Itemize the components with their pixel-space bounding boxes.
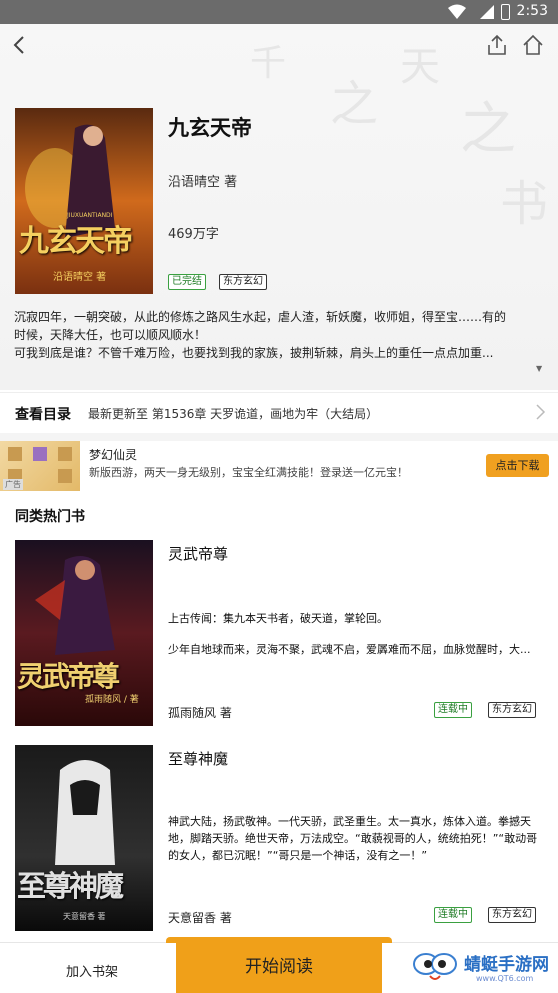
description-line: 时候，天降大任，也可以顺风顺水！ xyxy=(14,328,207,342)
status-tag: 已完结 xyxy=(168,274,206,290)
back-icon[interactable] xyxy=(10,34,30,56)
recommended-book-author: 孤雨随风 著 xyxy=(168,704,232,721)
ad-badge: 广告 xyxy=(3,479,23,490)
recommended-book-title: 至尊神魔 xyxy=(168,750,229,768)
ad-banner[interactable]: 广告 梦幻仙灵 新版西游，两天一身无级别，宝宝全红满技能！登录送一亿元宝！ 点击… xyxy=(0,441,558,491)
book-cover: 九玄天帝 JIUXUANTIANDI 沿语晴空 著 xyxy=(15,108,153,294)
status-bar: 2:53 xyxy=(0,0,558,24)
author-name: 孤雨随风 xyxy=(168,706,217,720)
watermark-url: www.QT6.com xyxy=(476,974,534,983)
author-suffix: 著 xyxy=(219,911,232,925)
wifi-icon xyxy=(448,4,466,19)
calligraphy-decoration: 千 xyxy=(250,43,287,84)
recommended-book-author: 天意留香 著 xyxy=(168,909,232,926)
dragonfly-logo-icon xyxy=(413,953,457,980)
description-line: 沉寂四年，一朝突破，从此的修炼之路风生水起，虐人渣，斩妖魔，收师姐，得至宝……有… xyxy=(14,310,507,324)
ad-download-button[interactable]: 点击下载 xyxy=(486,454,549,477)
battery-icon xyxy=(501,4,510,20)
recommended-book[interactable]: 灵武帝尊 孤雨随风 / 著 灵武帝尊 上古传闻：集九本天书者，破天道，掌轮回。 … xyxy=(0,540,558,726)
book-title: 九玄天帝 xyxy=(168,116,252,140)
book-description[interactable]: 沉寂四年，一朝突破，从此的修炼之路风生水起，虐人渣，斩妖魔，收师姐，得至宝……有… xyxy=(14,308,542,362)
calligraphy-decoration: 天 xyxy=(400,44,440,90)
catalog-row[interactable]: 查看目录 最新更新至 第1536章 天罗诡道，画地为牢（大结局） xyxy=(0,392,558,433)
recommended-book[interactable]: 至尊神魔 天意留香 著 至尊神魔 神武大陆，扬武敬神。一代天骄，武圣重生。太一真… xyxy=(0,745,558,931)
recommended-book-desc: 上古传闻：集九本天书者，破天道，掌轮回。 xyxy=(168,612,388,625)
genre-tag: 东方玄幻 xyxy=(488,702,536,718)
book-word-count: 469万字 xyxy=(168,227,219,242)
description-line: 可我到底是谁？不管千难万险，也要找到我的家族，披荆斩棘，肩头上的重任一点点加重.… xyxy=(14,346,494,360)
recommended-book-title: 灵武帝尊 xyxy=(168,545,229,563)
recommended-book-desc: 神武大陆，扬武敬神。一代天骄，武圣重生。太一真水，炼体入道。拳撼天地，脚踏天骄。… xyxy=(168,815,538,862)
recommended-book-desc: 少年自地球而来，灵海不聚，武魂不启，爱羼难而不屈，血脉觉醒时，大... xyxy=(168,643,531,656)
cover-title: 至尊神魔 xyxy=(17,869,124,903)
cover-author: 孤雨随风 / 著 xyxy=(85,695,139,705)
author-name: 天意留香 xyxy=(168,911,217,925)
add-to-shelf-button[interactable]: 加入书架 xyxy=(66,961,118,980)
ad-title: 梦幻仙灵 xyxy=(89,448,138,462)
ad-subtitle: 新版西游，两天一身无级别，宝宝全红满技能！登录送一亿元宝！ xyxy=(89,466,408,479)
calligraphy-decoration: 书 xyxy=(500,176,549,232)
author-suffix: 著 xyxy=(219,706,232,720)
catalog-label: 查看目录 xyxy=(15,407,71,423)
cover-author: 天意留香 著 xyxy=(63,912,106,921)
recommended-book-cover: 灵武帝尊 孤雨随风 / 著 xyxy=(15,540,153,726)
section-divider xyxy=(0,433,558,441)
genre-tag: 东方玄幻 xyxy=(219,274,267,290)
cover-title: 灵武帝尊 xyxy=(17,660,120,693)
chevron-right-icon xyxy=(536,404,546,420)
home-icon[interactable] xyxy=(522,34,544,56)
cover-pinyin: JIUXUANTIANDI xyxy=(67,212,113,219)
recommended-book-cover: 至尊神魔 天意留香 著 xyxy=(15,745,153,931)
watermark: 蜻蜓手游网 www.QT6.com xyxy=(412,946,558,990)
calligraphy-decoration: 之 xyxy=(460,97,516,162)
start-reading-button[interactable]: 开始阅读 xyxy=(166,937,392,993)
status-time: 2:53 xyxy=(516,3,548,19)
status-tag: 连载中 xyxy=(434,907,472,923)
cover-title: 九玄天帝 xyxy=(19,224,133,259)
genre-tag: 东方玄幻 xyxy=(488,907,536,923)
book-author: 沿语晴空 著 xyxy=(168,175,238,190)
signal-icon xyxy=(480,5,494,19)
status-tag: 连载中 xyxy=(434,702,472,718)
latest-chapter: 最新更新至 第1536章 天罗诡道，画地为牢（大结局） xyxy=(88,407,379,421)
section-title: 同类热门书 xyxy=(15,509,85,525)
expand-arrow-icon[interactable]: ▼ xyxy=(536,364,542,373)
watermark-name: 蜻蜓手游网 xyxy=(464,955,549,975)
calligraphy-decoration: 之 xyxy=(330,76,379,132)
share-icon[interactable] xyxy=(486,34,508,56)
cover-author: 沿语晴空 著 xyxy=(53,272,107,283)
